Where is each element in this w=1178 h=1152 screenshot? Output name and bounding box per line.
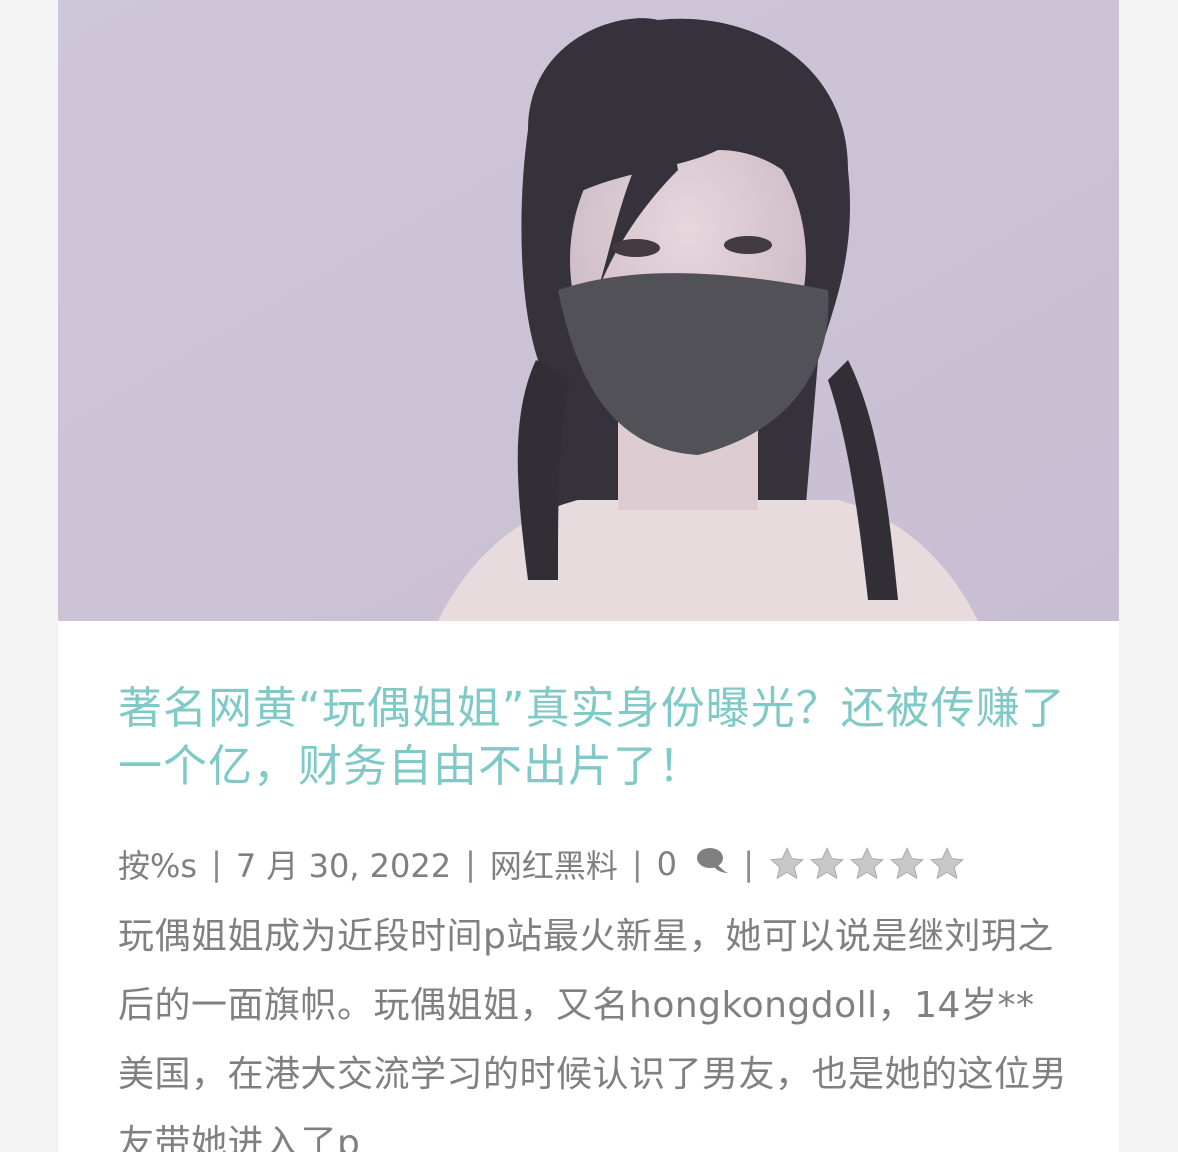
star-icon xyxy=(850,846,884,880)
post-date: 7 月 30, 2022 xyxy=(235,847,452,885)
post-meta: 按%s | 7 月 30, 2022 | 网红黑料 | 0 | xyxy=(118,840,1068,888)
post-author[interactable]: 按%s xyxy=(118,841,197,887)
post-excerpt: 玩偶姐姐成为近段时间p站最火新星，她可以说是继刘玥之后的一面旗帜。玩偶姐姐，又名… xyxy=(118,916,1068,1152)
post-card: 著名网黄“玩偶姐姐”真实身份曝光？还被传赚了一个亿，财务自由不出片了！ 按%s … xyxy=(58,0,1119,1152)
post-content: 著名网黄“玩偶姐姐”真实身份曝光？还被传赚了一个亿，财务自由不出片了！ 按%s … xyxy=(118,680,1068,1152)
star-icon xyxy=(890,846,924,880)
meta-separator: | xyxy=(211,845,222,883)
featured-photo xyxy=(58,0,1119,621)
comment-count: 0 xyxy=(656,845,678,883)
post-featured-image[interactable] xyxy=(58,0,1119,621)
rating-stars xyxy=(768,845,966,883)
post-title[interactable]: 著名网黄“玩偶姐姐”真实身份曝光？还被传赚了一个亿，财务自由不出片了！ xyxy=(118,680,1068,796)
post-category-link[interactable]: 网红黑料 xyxy=(490,841,618,887)
star-icon xyxy=(810,846,844,880)
comment-bubble-icon xyxy=(697,848,729,873)
comment-count-link[interactable]: 0 xyxy=(657,845,730,883)
star-icon xyxy=(770,846,804,880)
meta-separator: | xyxy=(465,845,476,883)
meta-separator: | xyxy=(631,845,643,883)
meta-separator: | xyxy=(743,845,754,883)
star-icon xyxy=(930,846,964,880)
